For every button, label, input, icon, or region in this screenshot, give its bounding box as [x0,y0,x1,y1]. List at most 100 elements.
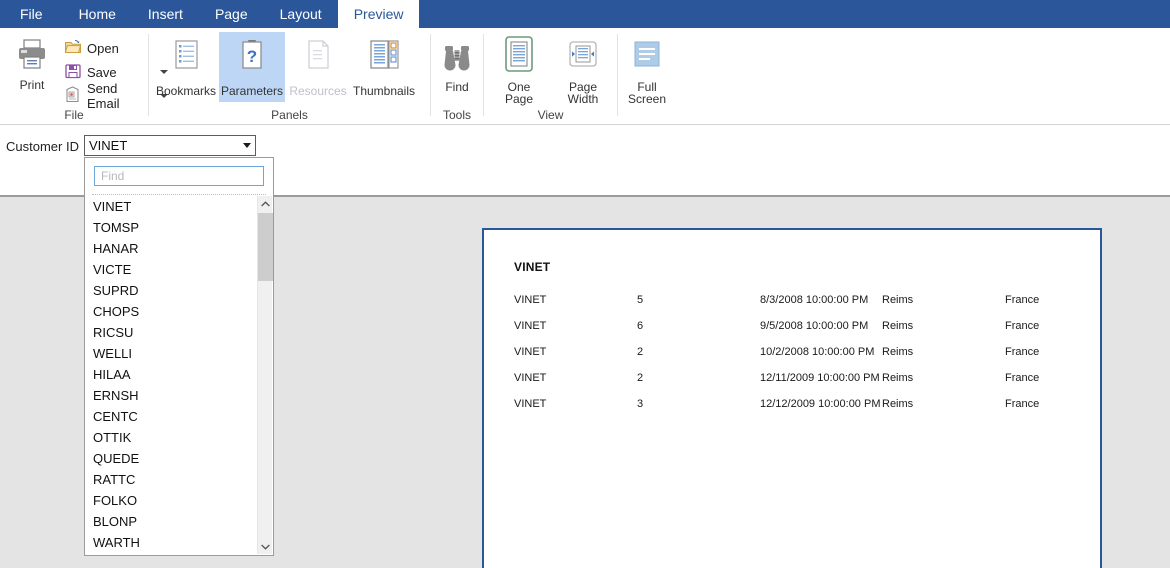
binoculars-icon [441,42,473,77]
clipboard-question-icon: ? [234,38,270,79]
dropdown-option-centc[interactable]: CENTC [86,406,258,427]
find-button[interactable]: Find [431,38,483,93]
group-label-view: View [537,108,564,122]
file-small-buttons: Open Save Send Email [64,36,152,111]
parameters-button[interactable]: ? Parameters [219,32,285,102]
report-cell-customer: VINET [514,398,547,410]
report-cell-city: Reims [882,398,914,410]
ribbon-group-file: Print Open Save Send Email File [0,28,168,124]
report-cell-date: 12/11/2009 10:00:00 PM [760,372,880,384]
report-cell-country: France [1005,346,1040,358]
report-cell-date: 8/3/2008 10:00:00 PM [760,294,869,306]
customer-id-combobox[interactable]: VINET [84,135,256,156]
report-row: VINET 5 8/3/2008 10:00:00 PM Reims France [484,294,1100,320]
report-cell-quantity: 5 [637,294,644,306]
send-email-button[interactable]: Send Email [64,81,152,111]
send-email-label: Send Email [87,81,120,111]
report-cell-city: Reims [882,372,914,384]
dropdown-option-warth[interactable]: WARTH [86,532,258,553]
page-width-button[interactable]: Page Width [551,32,615,105]
resources-label: Resources [289,84,347,98]
report-row: VINET 2 12/11/2009 10:00:00 PM Reims France [484,372,1100,398]
ribbon-group-panels: Bookmarks ? Parameters Resources Thumbna… [149,28,430,124]
tab-page[interactable]: Page [199,0,264,28]
report-cell-quantity: 2 [637,372,644,384]
scroll-down-arrow-icon[interactable] [258,539,273,554]
full-screen-button[interactable]: Full Screen [615,32,679,105]
group-label-file: File [64,108,84,122]
scroll-up-arrow-icon[interactable] [258,196,273,211]
report-cell-country: France [1005,372,1040,384]
dropdown-option-vinet[interactable]: VINET [86,196,258,217]
envelope-icon [64,86,82,106]
tab-preview[interactable]: Preview [337,0,420,28]
ribbon-group-view: One Page Page Width Full Screen View [484,28,666,124]
floppy-disk-icon [64,63,82,82]
bookmarks-label: Bookmarks [155,84,217,98]
dropdown-option-blonp[interactable]: BLONP [86,511,258,532]
dropdown-option-quede[interactable]: QUEDE [86,448,258,469]
report-row: VINET 3 12/12/2009 10:00:00 PM Reims France [484,398,1100,424]
report-cell-country: France [1005,398,1040,410]
dropdown-option-list[interactable]: VINET TOMSP HANAR VICTE SUPRD CHOPS RICSU WELLI… [86,196,258,554]
tab-file[interactable]: File [0,0,63,28]
group-label-tools: Tools [442,108,471,122]
dropdown-option-welli[interactable]: WELLI [86,343,258,364]
combobox-dropdown-button[interactable] [238,136,255,155]
open-label: Open [87,40,119,56]
report-cell-city: Reims [882,294,914,306]
group-label-panels: Panels [271,108,308,122]
one-page-button[interactable]: One Page [487,32,551,105]
report-cell-date: 10/2/2008 10:00:00 PM [760,346,875,358]
dropdown-scrollbar[interactable] [257,196,273,554]
bookmarks-list-icon [168,38,204,79]
dropdown-find-input[interactable] [94,166,264,186]
bookmarks-button[interactable]: Bookmarks [153,32,219,102]
dropdown-option-hanar[interactable]: HANAR [86,238,258,259]
dropdown-option-chops[interactable]: CHOPS [86,301,258,322]
report-cell-city: Reims [882,346,914,358]
print-button[interactable]: Print [6,34,58,91]
chevron-down-icon [242,143,251,148]
application-window: File Home Insert Page Layout Preview Pri… [0,0,1170,568]
tab-layout[interactable]: Layout [264,0,338,28]
dropdown-option-folko[interactable]: FOLKO [86,490,258,511]
dropdown-option-rattc[interactable]: RATTC [86,469,258,490]
dropdown-option-tomsp[interactable]: TOMSP [86,217,258,238]
report-cell-quantity: 2 [637,346,644,358]
ribbon-tab-bar: File Home Insert Page Layout Preview [0,0,1170,28]
print-label: Print [19,78,45,92]
tab-insert[interactable]: Insert [132,0,199,28]
report-cell-customer: VINET [514,372,547,384]
dropdown-option-suprd[interactable]: SUPRD [86,280,258,301]
full-screen-label: Full Screen [627,80,667,106]
open-button[interactable]: Open [64,36,152,60]
report-row: VINET 2 10/2/2008 10:00:00 PM Reims France [484,346,1100,372]
dropdown-option-hilaa[interactable]: HILAA [86,364,258,385]
one-page-icon [503,36,535,77]
document-page-icon [300,38,336,79]
page-width-icon [567,36,599,77]
report-row: VINET 6 9/5/2008 10:00:00 PM Reims France [484,320,1100,346]
report-page: VINET VINET 5 8/3/2008 10:00:00 PM Reims Fra… [482,228,1102,568]
dropdown-option-ernsh[interactable]: ERNSH [86,385,258,406]
report-cell-country: France [1005,320,1040,332]
dropdown-option-ricsu[interactable]: RICSU [86,322,258,343]
scrollbar-thumb[interactable] [258,213,273,281]
resources-button[interactable]: Resources [285,32,351,102]
find-label: Find [445,80,469,94]
dropdown-option-victe[interactable]: VICTE [86,259,258,280]
report-title: VINET [514,260,551,274]
customer-id-value: VINET [89,138,128,153]
customer-id-dropdown-popup: VINETTOMSPHANARVICTESUPRDCHOPSRICSUWELLI… [84,157,274,556]
dropdown-option-ottik[interactable]: OTTIK [86,427,258,448]
thumbnails-label: Thumbnails [352,84,416,98]
folder-open-icon [64,39,82,58]
printer-icon [15,38,49,75]
thumbnails-button[interactable]: Thumbnails [351,32,417,102]
tab-home[interactable]: Home [63,0,132,28]
one-page-label: One Page [504,80,534,106]
ribbon: Print Open Save Send Email File Bookmark… [0,28,1170,125]
parameters-label: Parameters [220,84,284,98]
report-cell-customer: VINET [514,346,547,358]
